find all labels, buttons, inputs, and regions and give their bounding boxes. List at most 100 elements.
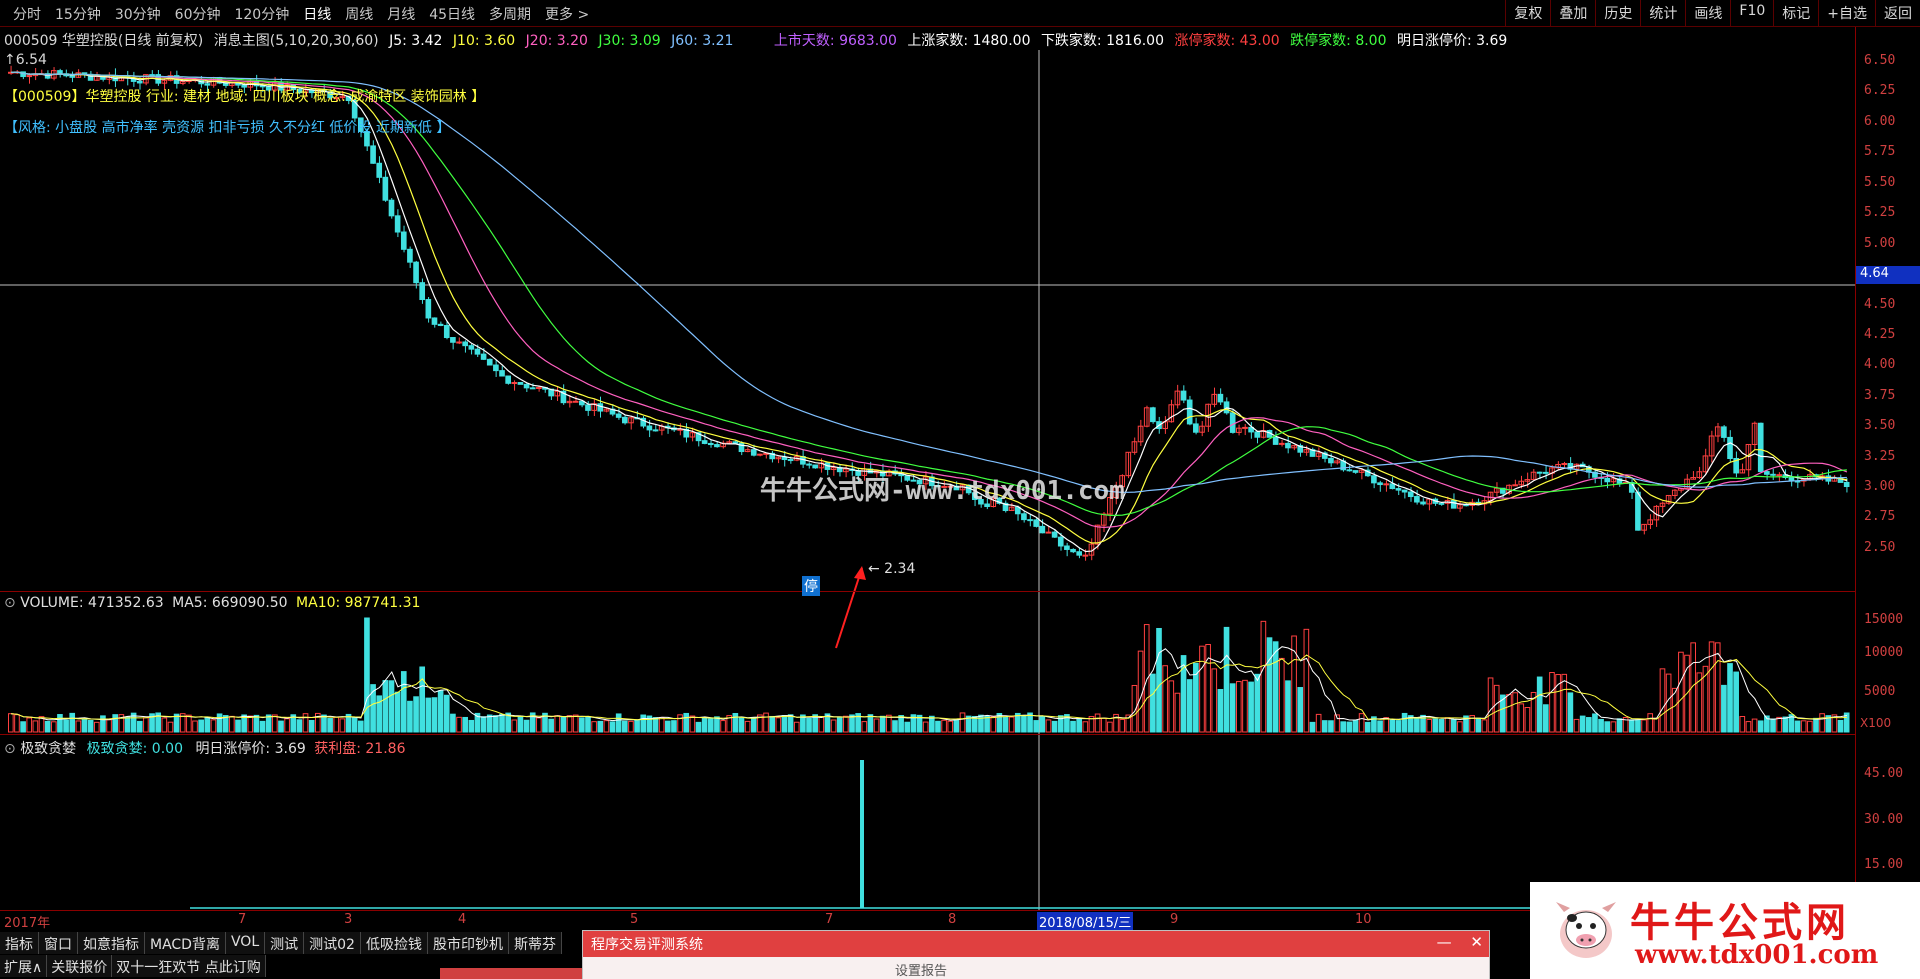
volume-bar-down: [1536, 676, 1543, 733]
indicator-name[interactable]: 极致贪婪: [20, 741, 76, 757]
volume-bar-down: [1770, 718, 1776, 733]
extension-tab[interactable]: 关联报价: [47, 955, 113, 977]
candle-up: [511, 382, 518, 385]
candle-down: [462, 341, 468, 347]
volume-bar-down: [781, 715, 788, 733]
annotation-arrow: [835, 567, 863, 649]
indicator-tab[interactable]: 指标: [0, 932, 39, 954]
minimize-icon[interactable]: —: [1437, 933, 1452, 951]
volume-bar-down: [1598, 718, 1604, 733]
volume-bar-up: [1561, 673, 1568, 733]
volume-bar-down: [1628, 719, 1635, 733]
volume-bar-up: [1168, 680, 1175, 733]
volume-bar-up: [990, 716, 997, 733]
volume-bar-down: [136, 720, 143, 733]
volume-bar-down: [1346, 721, 1353, 733]
volume-bar-down: [879, 715, 886, 733]
cursor-date: 2018/08/15/三: [1037, 912, 1134, 931]
volume-bar-up: [32, 720, 39, 733]
indicator-tab[interactable]: 股市印钞机: [427, 932, 509, 954]
candle-down: [480, 353, 487, 360]
indicator-next-limit: 明日涨停价: 3.69: [195, 741, 306, 757]
volume-bar-down: [425, 697, 432, 733]
candle-down: [622, 416, 628, 424]
volume-bar-down: [1475, 717, 1482, 733]
volume-bar-down: [615, 713, 622, 733]
axis-tick-label: 10000: [1864, 645, 1904, 660]
extension-tab[interactable]: 双十一狂欢节 点此订购: [112, 955, 266, 977]
volume-bar-down: [836, 717, 843, 733]
volume-bar-down: [1727, 663, 1733, 733]
candle-up: [572, 400, 579, 403]
candle-down: [204, 83, 211, 86]
candle-down: [1764, 471, 1770, 475]
axis-tick-label: 5.25: [1864, 205, 1896, 220]
axis-tick-label: 4.50: [1864, 297, 1896, 312]
candle-down: [1843, 481, 1850, 488]
axis-tick-label: 5.50: [1864, 175, 1896, 190]
volume-bar-down: [357, 720, 364, 733]
volume-bar-down: [1837, 719, 1844, 733]
annotation-arrow-head: [854, 566, 866, 580]
indicator-tab[interactable]: 斯蒂芬: [508, 932, 562, 954]
candle-down: [443, 324, 450, 339]
volume-bar-down: [1297, 687, 1304, 733]
indicator-tab[interactable]: 测试: [265, 932, 305, 954]
volume-bar-down: [493, 715, 499, 733]
volume-bar-up: [1776, 716, 1782, 733]
volume-bar-up: [720, 720, 726, 733]
indicator-collapse-icon[interactable]: ⊙: [4, 741, 16, 757]
volume-bar-up: [26, 717, 33, 733]
candle-down: [1021, 513, 1027, 521]
volume-bar-up: [1236, 681, 1242, 733]
indicator-tab[interactable]: MACD背离: [145, 932, 226, 954]
volume-bar-down: [1414, 717, 1420, 733]
candle-down: [486, 358, 493, 366]
volume-bar-down: [1721, 684, 1727, 733]
volume-bar-up: [302, 713, 309, 733]
candle-down: [812, 464, 818, 469]
volume-bar-up: [1094, 713, 1101, 733]
volume-bar-up: [210, 719, 217, 733]
popup-report-link[interactable]: 设置报告: [895, 964, 947, 979]
date-label: 3: [344, 912, 353, 927]
volume-bar-down: [622, 720, 628, 733]
candle-down: [407, 248, 413, 263]
indicator-tab[interactable]: 如意指标: [78, 932, 145, 954]
axis-tick-label: 5000: [1864, 684, 1896, 699]
site-logo: 牛牛公式网 www.tdx001.com: [1530, 882, 1920, 979]
indicator-tab[interactable]: VOL: [225, 932, 266, 954]
volume-bar-down: [351, 717, 358, 733]
volume-bar-down: [1794, 720, 1801, 733]
volume-bar-up: [1199, 645, 1205, 733]
volume-bar-up: [1278, 657, 1285, 733]
extension-tab[interactable]: 扩展∧: [0, 955, 48, 977]
indicator-tab[interactable]: 窗口: [39, 932, 78, 954]
volume-bar-down: [1438, 719, 1445, 733]
volume-bar-down: [892, 720, 898, 733]
volume-bar-up: [775, 717, 782, 733]
candle-down: [787, 459, 794, 462]
volume-bar-up: [1045, 719, 1052, 733]
candle-down: [69, 75, 76, 78]
volume-bar-up: [1487, 677, 1494, 733]
volume-bar-down: [253, 714, 260, 733]
volume-bar-up: [1610, 721, 1617, 733]
indicator-profit: 获利盘: 21.86: [314, 741, 406, 757]
indicator-tab[interactable]: 低吸捡钱: [360, 932, 428, 954]
indicator-tab[interactable]: 测试02: [304, 932, 361, 954]
volume-bar-up: [1714, 642, 1721, 733]
candle-up: [456, 341, 462, 344]
volume-collapse-icon[interactable]: ⊙: [4, 595, 16, 611]
volume-ma5: MA5: 669090.50: [172, 595, 288, 611]
volume-bar-down: [1604, 721, 1611, 733]
volume-bar-down: [296, 719, 303, 733]
volume-bar-up: [843, 715, 849, 733]
close-icon[interactable]: ✕: [1470, 933, 1483, 951]
year-label: 2017年: [4, 916, 51, 931]
volume-bar-up: [93, 721, 100, 733]
candle-down: [1254, 431, 1261, 438]
candle-down: [1770, 473, 1776, 476]
volume-bar-down: [671, 720, 677, 733]
candle-down: [1727, 436, 1733, 459]
